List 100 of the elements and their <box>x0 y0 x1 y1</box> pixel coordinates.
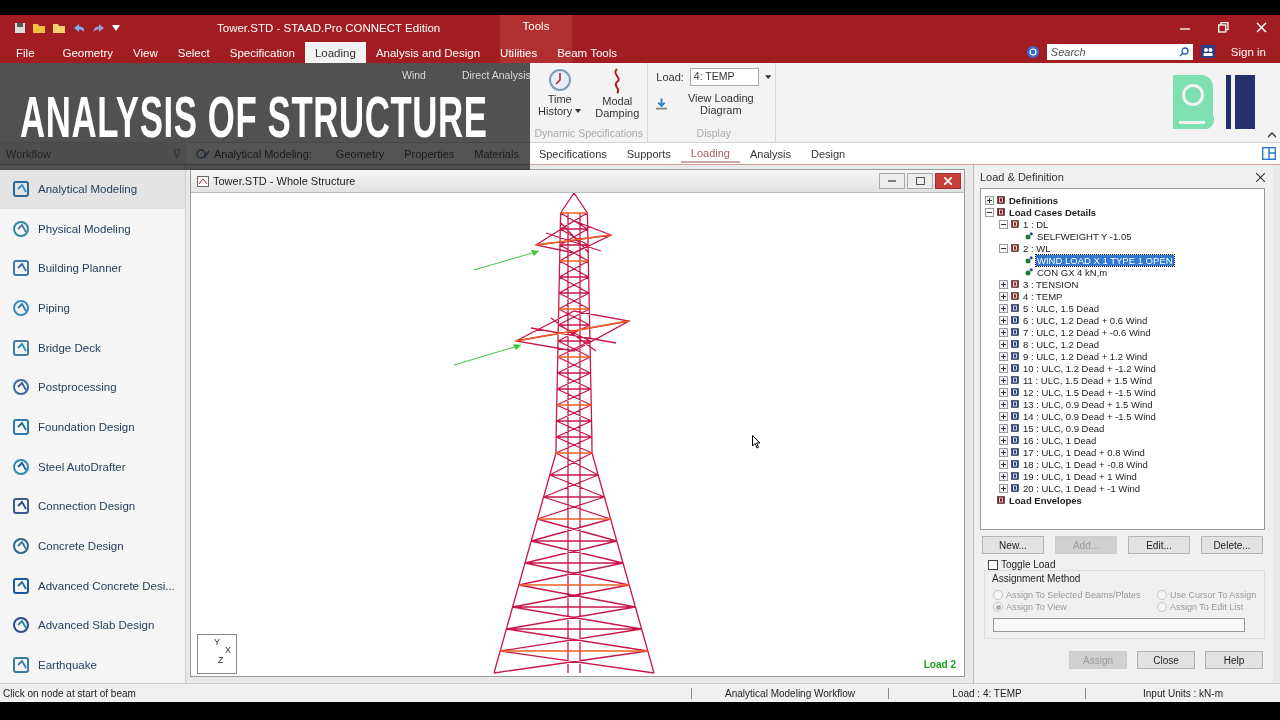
tree-item[interactable]: 14 : ULC, 0.9 Dead + -1.5 Wind <box>1022 410 1157 422</box>
menu-tab[interactable]: File <box>0 42 53 63</box>
minimize-button[interactable] <box>879 173 905 189</box>
tree-item[interactable]: 20 : ULC, 1 Dead + -1 Wind <box>1022 482 1141 494</box>
expand-toggle[interactable] <box>999 363 1008 373</box>
tree-item[interactable]: 4 : TEMP <box>1022 290 1064 302</box>
tree-item[interactable]: CON GX 4 kN,m <box>1036 266 1109 278</box>
tree-item[interactable]: 6 : ULC, 1.2 Dead + 0.6 Wind <box>1022 314 1149 326</box>
collapse-icon[interactable] <box>1267 131 1277 138</box>
close-button[interactable] <box>935 173 961 189</box>
workflow-tab[interactable]: Design <box>800 144 856 163</box>
tree-item[interactable]: Load Envelopes <box>1008 494 1083 506</box>
load-dropdown[interactable]: 4: TEMP <box>689 68 759 86</box>
expand-toggle[interactable] <box>999 219 1008 229</box>
save-icon[interactable] <box>14 21 26 34</box>
panel-button[interactable]: Delete... <box>1201 536 1263 554</box>
users-icon[interactable] <box>1200 45 1215 58</box>
help-icon[interactable] <box>1026 45 1039 58</box>
workflow-item[interactable]: Concrete Design <box>0 526 185 566</box>
dialog-button[interactable]: Help <box>1205 651 1263 669</box>
dropdown-icon[interactable] <box>112 23 120 32</box>
tree-item[interactable]: 17 : ULC, 1 Dead + 0.8 Wind <box>1022 446 1146 458</box>
workflow-tab[interactable]: Analysis <box>739 144 801 163</box>
expand-toggle[interactable] <box>999 483 1008 493</box>
dialog-button[interactable]: Close <box>1137 651 1195 669</box>
tree-item[interactable]: 5 : ULC, 1.5 Dead <box>1022 302 1101 314</box>
tree-item[interactable]: 9 : ULC, 1.2 Dead + 1.2 Wind <box>1022 350 1149 362</box>
workflow-item[interactable]: Building Planner <box>0 248 185 289</box>
workflow-item[interactable]: Advanced Concrete Desi... <box>0 565 185 606</box>
panel-button[interactable]: Edit... <box>1128 536 1190 554</box>
ribbon-button[interactable]: Modal Damping <box>591 68 644 127</box>
tree-item[interactable]: 12 : ULC, 1.5 Dead + -1.5 Wind <box>1022 386 1157 398</box>
maximize-button[interactable] <box>907 173 933 189</box>
expand-toggle[interactable] <box>999 351 1008 361</box>
expand-toggle[interactable] <box>999 459 1008 469</box>
workflow-item[interactable]: Advanced Slab Design <box>0 605 185 646</box>
folder-icon[interactable] <box>52 21 66 34</box>
workflow-item[interactable]: Foundation Design <box>0 407 185 447</box>
workflow-item[interactable]: Piping <box>0 288 185 328</box>
expand-toggle[interactable] <box>999 471 1008 481</box>
folder-icon[interactable] <box>32 21 46 34</box>
workflow-item[interactable]: Physical Modeling <box>0 208 185 249</box>
tree-item[interactable]: 11 : ULC, 1.5 Dead + 1.5 Wind <box>1022 374 1153 386</box>
expand-toggle[interactable] <box>999 315 1008 325</box>
workflow-item[interactable]: Bridge Deck <box>0 327 185 368</box>
menu-tab[interactable]: Geometry <box>52 42 124 63</box>
menu-tab[interactable]: Loading <box>304 42 366 63</box>
menu-tab[interactable]: Select <box>167 42 220 63</box>
expand-toggle[interactable] <box>999 327 1008 337</box>
workflow-item[interactable]: Analytical Modeling <box>0 169 185 209</box>
expand-toggle[interactable] <box>999 387 1008 397</box>
redo-icon[interactable] <box>92 21 106 34</box>
workflow-tab[interactable]: Supports <box>616 144 681 163</box>
expand-toggle[interactable] <box>999 435 1008 445</box>
ribbon-button[interactable]: Time History <box>534 68 586 127</box>
sign-in-link[interactable]: Sign in <box>1230 45 1266 58</box>
tree-item[interactable]: 2 : WL <box>1022 242 1052 254</box>
ribbon-label[interactable]: Wind <box>402 69 426 81</box>
tree-item[interactable]: 1 : DL <box>1022 218 1050 230</box>
dropdown-arrow-icon[interactable] <box>575 108 582 113</box>
menu-tab[interactable]: View <box>123 42 168 63</box>
layout-icon[interactable] <box>1262 147 1276 160</box>
panel-button[interactable]: New... <box>982 536 1044 554</box>
workflow-item[interactable]: Earthquake <box>0 645 185 685</box>
tree-item[interactable]: 8 : ULC, 1.2 Dead <box>1022 338 1101 350</box>
expand-toggle[interactable] <box>999 339 1008 349</box>
dropdown-arrow-icon[interactable] <box>764 74 772 80</box>
expand-toggle[interactable] <box>999 399 1008 409</box>
tree-item[interactable]: 10 : ULC, 1.2 Dead + -1.2 Wind <box>1022 362 1157 374</box>
view-loading-diagram-button[interactable]: View Loading Diagram <box>656 92 772 116</box>
expand-toggle[interactable] <box>999 303 1008 313</box>
tree-item[interactable]: 18 : ULC, 1 Dead + -0.8 Wind <box>1022 458 1149 470</box>
expand-toggle[interactable] <box>999 375 1008 385</box>
expand-toggle[interactable] <box>999 279 1008 289</box>
tree-item[interactable]: 16 : ULC, 1 Dead <box>1022 434 1098 446</box>
tree-item[interactable]: 7 : ULC, 1.2 Dead + -0.6 Wind <box>1022 326 1152 338</box>
search-icon[interactable] <box>1178 46 1189 57</box>
workflow-item[interactable]: Postprocessing <box>0 367 185 408</box>
expand-toggle[interactable] <box>999 447 1008 457</box>
tree-item[interactable]: WIND LOAD X 1 TYPE 1 OPEN <box>1036 254 1174 266</box>
menu-tab[interactable]: Analysis and Design <box>365 42 491 63</box>
tree-item[interactable]: 13 : ULC, 0.9 Dead + 1.5 Wind <box>1022 398 1154 410</box>
search-field[interactable]: Search <box>1046 43 1193 60</box>
undo-icon[interactable] <box>72 21 86 34</box>
workflow-tab[interactable]: Loading <box>680 144 740 163</box>
menu-tab[interactable]: Specification <box>219 42 305 63</box>
workflow-item[interactable]: Connection Design <box>0 486 185 527</box>
workflow-tab[interactable]: Specifications <box>528 144 617 163</box>
expand-toggle[interactable] <box>999 423 1008 433</box>
expand-toggle[interactable] <box>999 291 1008 301</box>
expand-toggle[interactable] <box>985 207 994 217</box>
expand-toggle[interactable] <box>999 243 1008 253</box>
tree-item[interactable]: 3 : TENSION <box>1022 278 1080 290</box>
tree-item[interactable]: 19 : ULC, 1 Dead + 1 Wind <box>1022 470 1138 482</box>
menu-tab[interactable]: Utilities <box>490 42 548 63</box>
tree-item[interactable]: SELFWEIGHT Y -1.05 <box>1036 230 1133 242</box>
tree-item[interactable]: Definitions <box>1008 194 1060 206</box>
checkbox[interactable] <box>988 559 998 570</box>
expand-toggle[interactable] <box>999 411 1008 421</box>
menu-tab[interactable]: Beam Tools <box>547 42 628 63</box>
